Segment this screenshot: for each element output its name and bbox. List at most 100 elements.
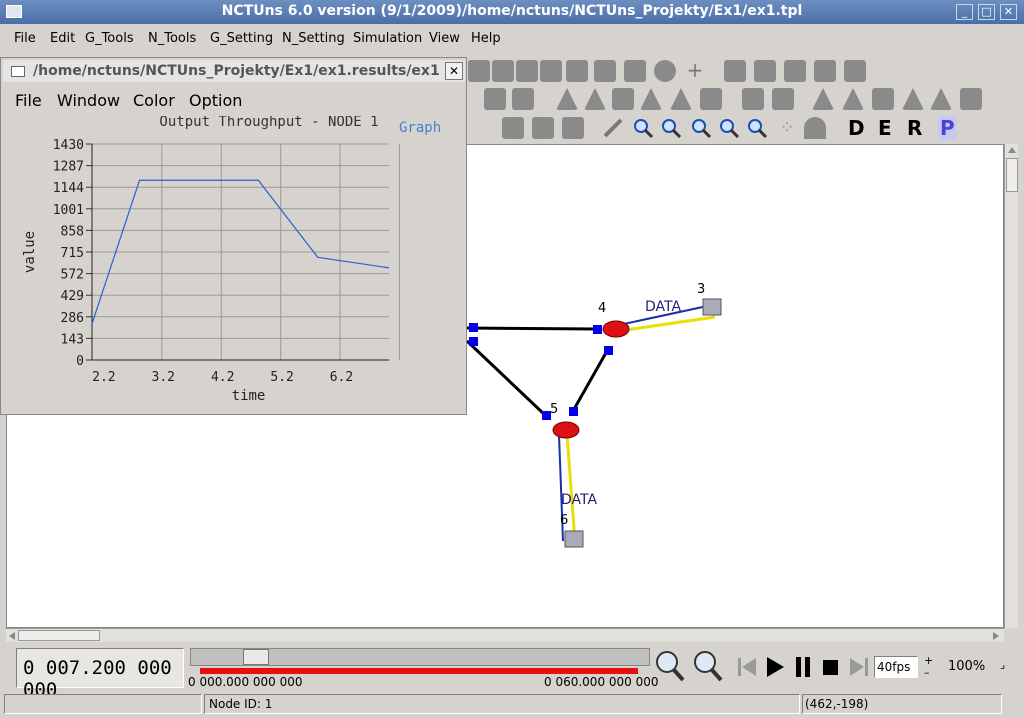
antenna-tool-icon[interactable] <box>640 88 662 110</box>
device-tool-icon[interactable] <box>960 88 982 110</box>
device-tool-icon[interactable] <box>612 88 634 110</box>
device-tool-icon[interactable] <box>724 60 746 82</box>
router-icon[interactable] <box>602 320 630 338</box>
device-tool-icon[interactable] <box>624 60 646 82</box>
menu-help[interactable]: Help <box>471 31 501 46</box>
scroll-left-arrow[interactable] <box>6 630 18 642</box>
zoom-select[interactable]: 100% ⌟ <box>936 656 1016 678</box>
pause-icon[interactable] <box>792 656 814 678</box>
device-tool-icon[interactable] <box>532 117 554 139</box>
scroll-thumb[interactable] <box>18 630 100 641</box>
results-menu-color[interactable]: Color <box>133 91 175 110</box>
menu-file[interactable]: File <box>14 31 36 46</box>
device-tool-icon[interactable] <box>872 88 894 110</box>
device-tool-icon[interactable] <box>516 60 538 82</box>
timeline-zoom-out-icon[interactable] <box>692 650 724 682</box>
play-icon[interactable] <box>764 656 786 678</box>
stop-icon[interactable] <box>820 656 842 678</box>
device-tool-icon[interactable] <box>742 88 764 110</box>
skip-to-start-icon[interactable] <box>736 656 758 678</box>
zoom-reset-icon[interactable] <box>746 117 768 139</box>
antenna-tool-icon[interactable] <box>670 88 692 110</box>
device-tool-icon[interactable] <box>772 88 794 110</box>
host-computer-icon[interactable] <box>702 298 722 316</box>
antenna-tool-icon[interactable] <box>812 88 834 110</box>
host-computer-icon[interactable] <box>564 530 584 548</box>
node-label: 6 <box>560 513 569 528</box>
scroll-thumb[interactable] <box>1006 158 1018 192</box>
device-tool-icon[interactable] <box>700 88 722 110</box>
device-tool-icon[interactable] <box>784 60 806 82</box>
device-tool-icon[interactable] <box>502 117 524 139</box>
fps-field[interactable]: 40fps <box>874 656 918 678</box>
antenna-tool-icon[interactable] <box>902 88 924 110</box>
timeline-slider-thumb[interactable] <box>243 649 269 665</box>
horizontal-scrollbar[interactable] <box>6 628 1004 642</box>
device-tool-icon[interactable] <box>566 60 588 82</box>
zoom-out-icon[interactable] <box>660 117 682 139</box>
draw-mode-button[interactable]: D <box>848 116 865 140</box>
menu-view[interactable]: View <box>429 31 460 46</box>
antenna-tool-icon[interactable] <box>584 88 606 110</box>
device-tool-icon[interactable] <box>844 60 866 82</box>
pan-icon[interactable]: ⁘ <box>776 117 798 139</box>
menu-g-setting[interactable]: G_Setting <box>210 31 273 46</box>
throughput-chart: Output Throughput - NODE 1 0 143 286 429 572 7… <box>9 116 461 468</box>
playback-bar: 0 007.200 000 000 0 000.000 000 000 0 06… <box>0 644 1024 701</box>
skip-to-end-icon[interactable] <box>848 656 870 678</box>
results-close-button[interactable]: ✕ <box>445 62 463 80</box>
device-tool-icon[interactable] <box>562 117 584 139</box>
run-mode-button[interactable]: R <box>907 116 922 140</box>
results-menu-option[interactable]: Option <box>189 91 242 110</box>
device-tool-icon[interactable] <box>468 60 490 82</box>
edit-mode-button[interactable]: E <box>878 116 892 140</box>
menu-bar: File Edit G_Tools N_Tools G_Setting N_Se… <box>0 26 1024 52</box>
chart-title: Output Throughput - NODE 1 <box>159 116 378 130</box>
status-bar: Node ID: 1 (462,-198) <box>0 694 1024 716</box>
window-icon <box>11 66 25 77</box>
device-tool-icon[interactable] <box>492 60 514 82</box>
timeline-progress-bar <box>200 668 638 674</box>
y-tick-label: 143 <box>61 332 84 347</box>
timeline-zoom-in-icon[interactable] <box>654 650 686 682</box>
antenna-tool-icon[interactable] <box>842 88 864 110</box>
y-tick-label: 1430 <box>53 138 84 153</box>
scroll-up-arrow[interactable] <box>1006 144 1018 156</box>
minimize-button[interactable]: _ <box>956 4 973 20</box>
node-id-status: Node ID: 1 <box>209 697 273 711</box>
antenna-tool-icon[interactable] <box>930 88 952 110</box>
zoom-area-icon[interactable] <box>718 117 740 139</box>
close-button[interactable]: ✕ <box>1000 4 1017 20</box>
device-tool-icon[interactable] <box>814 60 836 82</box>
x-tick-label: 2.2 <box>92 370 115 385</box>
vertical-scrollbar[interactable] <box>1004 144 1018 628</box>
device-tool-icon[interactable] <box>512 88 534 110</box>
menu-simulation[interactable]: Simulation <box>353 31 422 46</box>
device-tool-icon[interactable] <box>654 60 676 82</box>
zoom-value: 100% <box>948 659 986 674</box>
pencil-icon[interactable] <box>602 117 624 139</box>
fps-decrease-button[interactable]: – <box>924 666 930 679</box>
scroll-right-arrow[interactable] <box>990 630 1002 642</box>
menu-n-setting[interactable]: N_Setting <box>282 31 345 46</box>
device-tool-icon[interactable] <box>754 60 776 82</box>
crosshair-icon[interactable]: + <box>684 60 706 82</box>
menu-n-tools[interactable]: N_Tools <box>148 31 196 46</box>
chart-svg: Output Throughput - NODE 1 0 143 286 429 572 7… <box>22 116 400 404</box>
playback-mode-button[interactable]: P <box>938 116 957 140</box>
timeline-slider[interactable] <box>190 648 650 666</box>
device-tool-icon[interactable] <box>594 60 616 82</box>
results-menu-file[interactable]: File <box>15 91 42 110</box>
zoom-fit-icon[interactable] <box>690 117 712 139</box>
results-menu-window[interactable]: Window <box>57 91 120 110</box>
zoom-in-icon[interactable] <box>632 117 654 139</box>
maximize-button[interactable]: □ <box>978 4 995 20</box>
antenna-tool-icon[interactable] <box>556 88 578 110</box>
menu-edit[interactable]: Edit <box>50 31 75 46</box>
shape-tool-icon[interactable] <box>804 117 826 139</box>
menu-g-tools[interactable]: G_Tools <box>85 31 134 46</box>
device-tool-icon[interactable] <box>540 60 562 82</box>
router-icon[interactable] <box>552 421 580 439</box>
x-tick-label: 5.2 <box>270 370 293 385</box>
device-tool-icon[interactable] <box>484 88 506 110</box>
